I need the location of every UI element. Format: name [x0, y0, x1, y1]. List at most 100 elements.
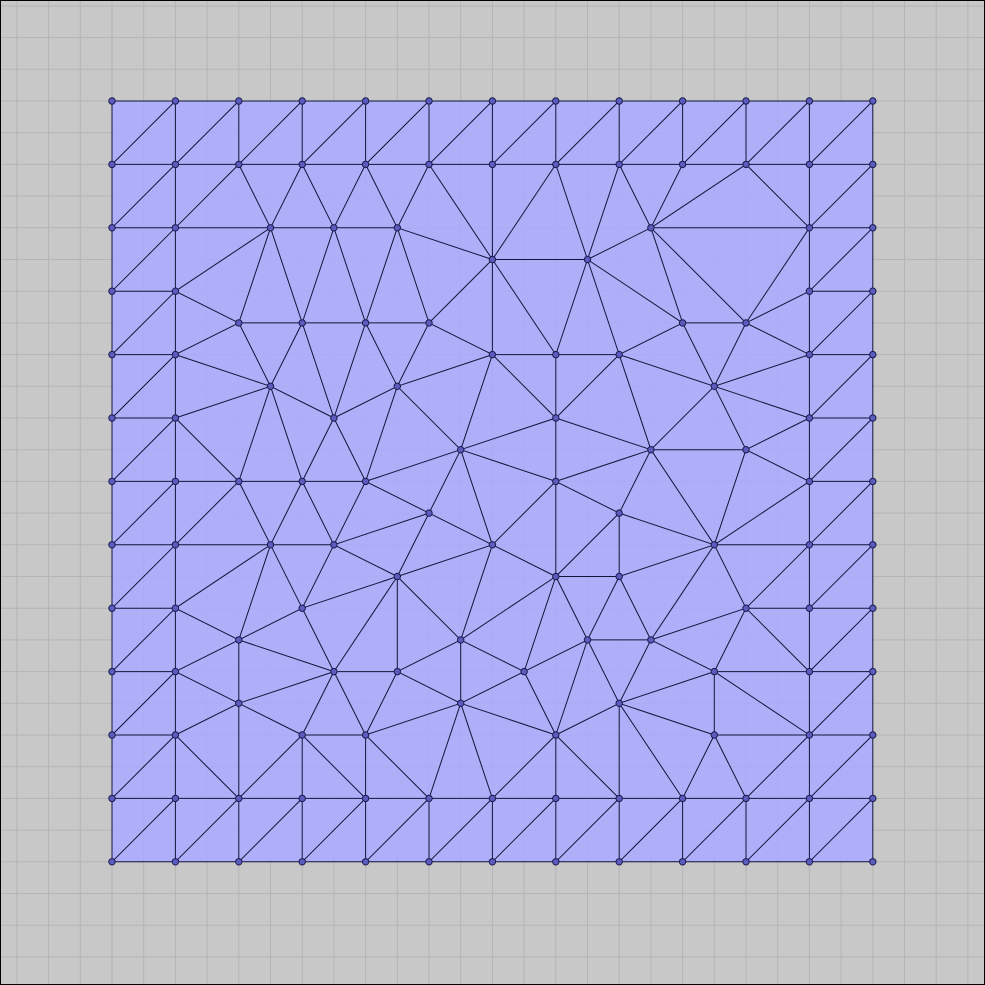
mesh-vertex-handle[interactable]: [108, 731, 116, 739]
mesh-vertex-handle[interactable]: [583, 636, 592, 644]
mesh-vertex-handle[interactable]: [235, 160, 243, 169]
mesh-vertex-handle[interactable]: [235, 858, 243, 866]
mesh-vertex-handle[interactable]: [869, 224, 877, 232]
mesh-vertex-handle[interactable]: [805, 477, 814, 486]
mesh-vertex-handle[interactable]: [552, 160, 560, 169]
mesh-vertex-handle[interactable]: [235, 477, 243, 486]
mesh-vertex-handle[interactable]: [615, 699, 623, 707]
mesh-vertex-handle[interactable]: [171, 287, 180, 295]
mesh-vertex-handle[interactable]: [615, 509, 623, 517]
mesh-vertex-handle[interactable]: [425, 858, 433, 866]
mesh-vertex-handle[interactable]: [647, 224, 655, 232]
mesh-vertex-handle[interactable]: [869, 414, 877, 422]
mesh-vertex-handle[interactable]: [361, 97, 370, 105]
mesh-vertex-handle[interactable]: [235, 794, 243, 803]
mesh-vertex-handle[interactable]: [108, 224, 116, 232]
mesh-vertex-handle[interactable]: [805, 414, 814, 422]
mesh-vertex-handle[interactable]: [552, 731, 560, 739]
mesh-vertex-handle[interactable]: [710, 541, 718, 549]
mesh-canvas[interactable]: [1, 1, 984, 984]
mesh-vertex-handle[interactable]: [108, 477, 116, 486]
mesh-vertex-handle[interactable]: [171, 604, 180, 612]
mesh-vertex-handle[interactable]: [552, 414, 560, 422]
mesh-vertex-handle[interactable]: [710, 667, 718, 676]
mesh-vertex-handle[interactable]: [805, 541, 814, 549]
mesh-vertex-handle[interactable]: [678, 794, 687, 803]
mesh-vertex-handle[interactable]: [805, 97, 814, 105]
mesh-vertex-handle[interactable]: [266, 224, 275, 232]
mesh-vertex-handle[interactable]: [393, 382, 401, 390]
mesh-vertex-handle[interactable]: [171, 731, 180, 739]
mesh-vertex-handle[interactable]: [266, 541, 275, 549]
mesh-vertex-handle[interactable]: [361, 477, 370, 486]
mesh-vertex-handle[interactable]: [361, 731, 370, 739]
mesh-vertex-handle[interactable]: [869, 477, 877, 486]
mesh-vertex-handle[interactable]: [488, 255, 497, 264]
mesh-vertex-handle[interactable]: [678, 858, 687, 866]
mesh-vertex-handle[interactable]: [298, 477, 306, 486]
mesh-vertex-handle[interactable]: [552, 97, 560, 105]
mesh-vertex-handle[interactable]: [108, 287, 116, 295]
mesh-vertex-handle[interactable]: [171, 858, 180, 866]
mesh-vertex-handle[interactable]: [869, 350, 877, 359]
mesh-vertex-handle[interactable]: [742, 160, 750, 169]
mesh-vertex-handle[interactable]: [583, 255, 592, 264]
mesh-vertex-handle[interactable]: [869, 858, 877, 866]
mesh-vertex-handle[interactable]: [108, 794, 116, 803]
mesh-vertex-handle[interactable]: [235, 699, 243, 707]
mesh-vertex-handle[interactable]: [647, 446, 655, 454]
mesh-vertex-handle[interactable]: [108, 160, 116, 169]
mesh-vertex-handle[interactable]: [488, 541, 497, 549]
mesh-vertex-handle[interactable]: [488, 858, 497, 866]
mesh-vertex-handle[interactable]: [457, 446, 465, 454]
mesh-vertex-handle[interactable]: [710, 731, 718, 739]
mesh-vertex-handle[interactable]: [298, 858, 306, 866]
mesh-vertex-handle[interactable]: [361, 794, 370, 803]
mesh-vertex-handle[interactable]: [615, 858, 623, 866]
mesh-vertex-handle[interactable]: [647, 636, 655, 644]
mesh-vertex-handle[interactable]: [298, 319, 306, 327]
mesh-vertex-handle[interactable]: [393, 224, 401, 232]
mesh-vertex-handle[interactable]: [869, 287, 877, 295]
mesh-vertex-handle[interactable]: [869, 541, 877, 549]
mesh-vertex-handle[interactable]: [171, 350, 180, 359]
mesh-vertex-handle[interactable]: [742, 446, 750, 454]
mesh-vertex-handle[interactable]: [330, 541, 338, 549]
mesh-vertex-handle[interactable]: [330, 224, 338, 232]
mesh-vertex-handle[interactable]: [457, 699, 465, 707]
mesh-vertex-handle[interactable]: [869, 604, 877, 612]
mesh-vertex-handle[interactable]: [361, 858, 370, 866]
mesh-vertex-handle[interactable]: [552, 350, 560, 359]
mesh-vertex-handle[interactable]: [678, 160, 687, 169]
mesh-vertex-handle[interactable]: [678, 97, 687, 105]
mesh-vertex-handle[interactable]: [425, 319, 433, 327]
mesh-vertex-handle[interactable]: [805, 160, 814, 169]
mesh-vertex-handle[interactable]: [488, 350, 497, 359]
mesh-vertex-handle[interactable]: [615, 160, 623, 169]
mesh-viewport[interactable]: [0, 0, 985, 985]
mesh-vertex-handle[interactable]: [742, 319, 750, 327]
mesh-vertex-handle[interactable]: [552, 477, 560, 486]
mesh-vertex-handle[interactable]: [425, 97, 433, 105]
mesh-vertex-handle[interactable]: [108, 858, 116, 866]
mesh-vertex-handle[interactable]: [266, 382, 275, 390]
mesh-vertex-handle[interactable]: [615, 794, 623, 803]
mesh-vertex-handle[interactable]: [235, 97, 243, 105]
mesh-vertex-handle[interactable]: [425, 509, 433, 517]
mesh-vertex-handle[interactable]: [361, 160, 370, 169]
mesh-vertex-handle[interactable]: [171, 667, 180, 676]
mesh-vertex-handle[interactable]: [615, 572, 623, 581]
mesh-vertex-handle[interactable]: [171, 541, 180, 549]
mesh-vertex-handle[interactable]: [361, 319, 370, 327]
mesh-vertex-handle[interactable]: [393, 667, 401, 676]
mesh-vertex-handle[interactable]: [615, 350, 623, 359]
mesh-vertex-handle[interactable]: [742, 794, 750, 803]
mesh-vertex-handle[interactable]: [552, 794, 560, 803]
mesh-vertex-handle[interactable]: [171, 477, 180, 486]
mesh-vertex-handle[interactable]: [457, 636, 465, 644]
mesh-vertex-handle[interactable]: [805, 667, 814, 676]
mesh-vertex-handle[interactable]: [298, 604, 306, 612]
mesh-vertex-handle[interactable]: [552, 572, 560, 581]
mesh-vertex-handle[interactable]: [869, 731, 877, 739]
mesh-vertex-handle[interactable]: [171, 794, 180, 803]
